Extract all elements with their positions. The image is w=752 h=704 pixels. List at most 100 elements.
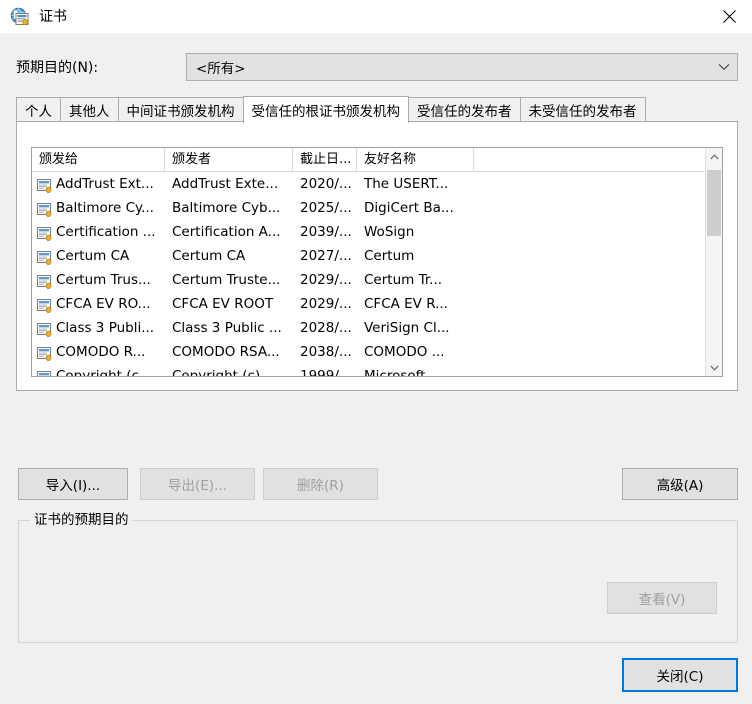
advanced-button[interactable]: 高级(A)	[622, 468, 738, 500]
table-row[interactable]: Baltimore Cy... Baltimore Cyb... 2025/... D…	[32, 196, 722, 220]
cell-text: Copyright (c...	[56, 368, 152, 376]
certificate-icon	[37, 297, 53, 314]
tab-strip: 个人 其他人 中间证书颁发机构 受信任的根证书颁发机构 受信任的发布者 未受信任的发布者	[16, 96, 738, 123]
dialog-body: 预期目的(N): <所有> 个人 其他人 中间证书颁发机构 受信任的根证书颁发机构 受信…	[0, 33, 752, 704]
cell-issued-by: Baltimore Cyb...	[172, 200, 281, 216]
column-header-4[interactable]	[474, 148, 706, 171]
tab-panel: 颁发给 颁发者 截止日... 友好名称 AddTrust Ext... AddTrust…	[16, 121, 738, 391]
cell-expires: 2020/...	[300, 176, 352, 192]
scroll-down-icon[interactable]	[706, 359, 722, 376]
tab-2[interactable]: 中间证书颁发机构	[117, 97, 244, 122]
cell-issued-to: Certum CA	[32, 244, 165, 268]
cell-friendly-name: WoSign	[364, 224, 415, 240]
cell-issued-by: Certum CA	[172, 248, 246, 264]
cell-issued-to: Certum Trus...	[32, 268, 165, 292]
scroll-up-icon[interactable]	[706, 148, 722, 165]
tab-label: 中间证书颁发机构	[126, 104, 235, 120]
cell-issued-by: Certum Truste...	[172, 272, 281, 288]
certificate-icon	[37, 249, 53, 266]
cell-friendly-name: Microsoft ...	[364, 368, 443, 376]
tab-label: 未受信任的发布者	[528, 104, 637, 120]
cell-text: Class 3 Publi...	[56, 320, 155, 336]
certificate-icon	[37, 369, 53, 376]
vertical-scrollbar[interactable]	[705, 148, 722, 376]
cell-expires: 2029/...	[300, 272, 352, 288]
chevron-down-icon	[711, 63, 737, 71]
cell-text: Baltimore Cy...	[56, 200, 154, 216]
cell-issued-by: CFCA EV ROOT	[172, 296, 274, 312]
cell-expires: 2038/...	[300, 344, 352, 360]
cell-friendly-name: Certum	[364, 248, 415, 264]
import-button[interactable]: 导入(I)...	[18, 468, 128, 500]
table-row[interactable]: AddTrust Ext... AddTrust Exte... 2020/... T…	[32, 172, 722, 196]
cell-issued-by: Certification A...	[172, 224, 281, 240]
scrollbar-thumb[interactable]	[707, 170, 721, 236]
title-bar: 证书	[0, 0, 752, 33]
cell-issued-by: Class 3 Public ...	[172, 320, 282, 336]
certificate-icon	[37, 177, 53, 194]
cell-expires: 2027/...	[300, 248, 352, 264]
cell-expires: 1999/...	[300, 368, 352, 376]
table-row[interactable]: Certum CA Certum CA 2027/... Certum	[32, 244, 722, 268]
listview-header: 颁发给 颁发者 截止日... 友好名称	[32, 148, 722, 172]
export-button: 导出(E)...	[140, 468, 255, 500]
cell-friendly-name: VeriSign Cl...	[364, 320, 450, 336]
cell-issued-to: COMODO R...	[32, 340, 165, 364]
certificate-globe-icon	[10, 7, 30, 27]
column-header-1[interactable]: 颁发者	[165, 148, 293, 171]
table-row[interactable]: Certum Trus... Certum Truste... 2029/... Ce…	[32, 268, 722, 292]
cell-friendly-name: CFCA EV R...	[364, 296, 448, 312]
tab-3[interactable]: 受信任的根证书颁发机构	[242, 96, 409, 123]
column-header-3[interactable]: 友好名称	[357, 148, 474, 171]
cell-expires: 2028/...	[300, 320, 352, 336]
scrollbar-track[interactable]	[706, 165, 722, 359]
cell-friendly-name: DigiCert Ba...	[364, 200, 454, 216]
tab-label: 受信任的发布者	[417, 104, 512, 120]
certificate-purposes-title: 证书的预期目的	[30, 512, 133, 528]
close-button[interactable]: 关闭(C)	[622, 658, 738, 692]
cell-issued-by: COMODO RSA...	[172, 344, 280, 360]
intended-purpose-value: <所有>	[196, 61, 246, 77]
certificate-icon	[37, 201, 53, 218]
listview-rows: AddTrust Ext... AddTrust Exte... 2020/... T…	[32, 172, 722, 376]
certificate-icon	[37, 345, 53, 362]
intended-purpose-combobox[interactable]: <所有>	[186, 53, 738, 81]
cell-text: Certum CA	[56, 248, 130, 264]
tab-4[interactable]: 受信任的发布者	[408, 97, 521, 122]
table-row[interactable]: Certification ... Certification A... 2039/…	[32, 220, 722, 244]
cell-expires: 2039/...	[300, 224, 352, 240]
cell-text: Certification ...	[56, 224, 156, 240]
cell-issued-to: AddTrust Ext...	[32, 172, 165, 196]
column-header-2[interactable]: 截止日...	[293, 148, 357, 171]
close-icon[interactable]	[706, 0, 752, 33]
cell-text: AddTrust Ext...	[56, 176, 154, 192]
certificate-icon	[37, 321, 53, 338]
tab-label: 其他人	[69, 104, 110, 120]
cell-issued-by: AddTrust Exte...	[172, 176, 279, 192]
cell-friendly-name: The USERT...	[364, 176, 449, 192]
cell-text: Certum Trus...	[56, 272, 151, 288]
cell-friendly-name: Certum Tr...	[364, 272, 443, 288]
remove-button: 删除(R)	[263, 468, 378, 500]
table-row[interactable]: Copyright (c... Copyright (c) ... 1999/...…	[32, 364, 722, 376]
view-button: 查看(V)	[607, 582, 717, 614]
column-header-0[interactable]: 颁发给	[32, 148, 165, 171]
table-row[interactable]: CFCA EV RO... CFCA EV ROOT 2029/... CFCA EV…	[32, 292, 722, 316]
tab-label: 个人	[25, 104, 52, 120]
cell-issued-to: CFCA EV RO...	[32, 292, 165, 316]
certificate-icon	[37, 225, 53, 242]
cell-issued-to: Class 3 Publi...	[32, 316, 165, 340]
window-title: 证书	[39, 8, 67, 25]
cell-expires: 2029/...	[300, 296, 352, 312]
certificate-icon	[37, 273, 53, 290]
tab-1[interactable]: 其他人	[60, 97, 119, 122]
cell-issued-to: Certification ...	[32, 220, 165, 244]
certificate-listview[interactable]: 颁发给 颁发者 截止日... 友好名称 AddTrust Ext... AddTrust…	[31, 147, 723, 377]
tab-5[interactable]: 未受信任的发布者	[519, 97, 646, 122]
tab-0[interactable]: 个人	[16, 97, 61, 122]
cell-text: CFCA EV RO...	[56, 296, 151, 312]
cell-issued-by: Copyright (c) ...	[172, 368, 278, 376]
table-row[interactable]: Class 3 Publi... Class 3 Public ... 2028/.…	[32, 316, 722, 340]
cell-friendly-name: COMODO ...	[364, 344, 445, 360]
table-row[interactable]: COMODO R... COMODO RSA... 2038/... COMODO .…	[32, 340, 722, 364]
